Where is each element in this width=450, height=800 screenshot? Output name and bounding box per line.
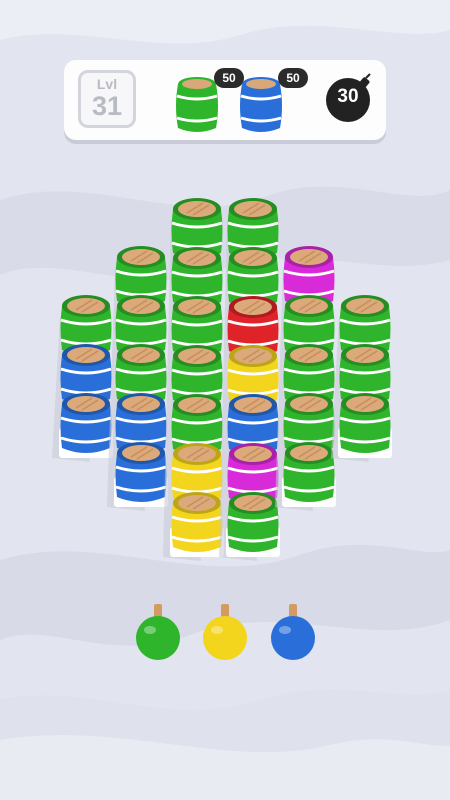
barrel-green[interactable]: [283, 442, 335, 502]
shooter-blue[interactable]: [265, 600, 321, 664]
yellow-bomb-icon: [203, 604, 247, 660]
barrel-green[interactable]: [227, 492, 279, 552]
barrel-yellow[interactable]: [171, 492, 223, 552]
shooter-green[interactable]: [130, 600, 186, 664]
shooter-yellow[interactable]: [197, 600, 253, 664]
barrel-green[interactable]: [339, 393, 391, 453]
green-bomb-icon: [136, 604, 180, 660]
barrel-board: [52, 198, 392, 561]
barrel-blue[interactable]: [60, 393, 112, 453]
barrel-blue[interactable]: [115, 442, 167, 502]
blue-bomb-icon: [271, 604, 315, 660]
